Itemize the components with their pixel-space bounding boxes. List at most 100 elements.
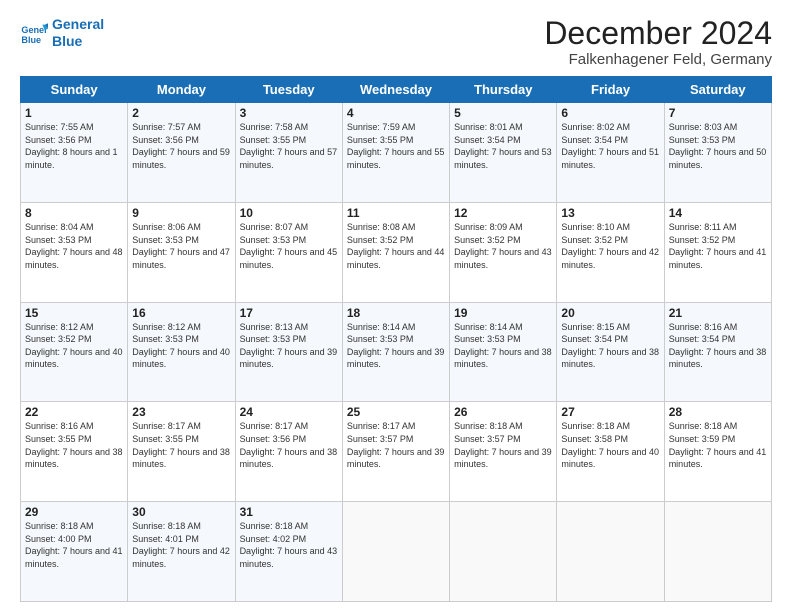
day-number: 19	[454, 306, 552, 320]
logo-line1: General	[52, 16, 104, 32]
day-info: Sunrise: 8:09 AMSunset: 3:52 PMDaylight:…	[454, 222, 552, 270]
calendar-week-row: 22 Sunrise: 8:16 AMSunset: 3:55 PMDaylig…	[21, 402, 772, 502]
day-number: 20	[561, 306, 659, 320]
header: General Blue General Blue December 2024 …	[20, 16, 772, 68]
calendar-day-cell: 2 Sunrise: 7:57 AMSunset: 3:56 PMDayligh…	[128, 103, 235, 203]
calendar-week-row: 29 Sunrise: 8:18 AMSunset: 4:00 PMDaylig…	[21, 502, 772, 602]
day-info: Sunrise: 8:04 AMSunset: 3:53 PMDaylight:…	[25, 222, 123, 270]
day-number: 23	[132, 405, 230, 419]
calendar-day-cell: 23 Sunrise: 8:17 AMSunset: 3:55 PMDaylig…	[128, 402, 235, 502]
day-number: 12	[454, 206, 552, 220]
day-info: Sunrise: 8:14 AMSunset: 3:53 PMDaylight:…	[454, 322, 552, 370]
calendar-day-header: Thursday	[450, 77, 557, 103]
day-info: Sunrise: 8:12 AMSunset: 3:52 PMDaylight:…	[25, 322, 123, 370]
day-info: Sunrise: 8:12 AMSunset: 3:53 PMDaylight:…	[132, 322, 230, 370]
calendar-day-cell: 28 Sunrise: 8:18 AMSunset: 3:59 PMDaylig…	[664, 402, 771, 502]
calendar-day-cell: 9 Sunrise: 8:06 AMSunset: 3:53 PMDayligh…	[128, 202, 235, 302]
day-info: Sunrise: 8:03 AMSunset: 3:53 PMDaylight:…	[669, 122, 767, 170]
day-info: Sunrise: 8:18 AMSunset: 4:01 PMDaylight:…	[132, 521, 230, 569]
day-info: Sunrise: 8:17 AMSunset: 3:55 PMDaylight:…	[132, 421, 230, 469]
day-info: Sunrise: 8:16 AMSunset: 3:55 PMDaylight:…	[25, 421, 123, 469]
day-number: 9	[132, 206, 230, 220]
day-number: 5	[454, 106, 552, 120]
day-info: Sunrise: 8:14 AMSunset: 3:53 PMDaylight:…	[347, 322, 445, 370]
day-info: Sunrise: 8:17 AMSunset: 3:56 PMDaylight:…	[240, 421, 338, 469]
calendar-week-row: 8 Sunrise: 8:04 AMSunset: 3:53 PMDayligh…	[21, 202, 772, 302]
day-number: 21	[669, 306, 767, 320]
calendar-day-header: Tuesday	[235, 77, 342, 103]
day-number: 8	[25, 206, 123, 220]
day-info: Sunrise: 8:13 AMSunset: 3:53 PMDaylight:…	[240, 322, 338, 370]
day-number: 3	[240, 106, 338, 120]
calendar-day-cell: 27 Sunrise: 8:18 AMSunset: 3:58 PMDaylig…	[557, 402, 664, 502]
calendar-day-cell: 14 Sunrise: 8:11 AMSunset: 3:52 PMDaylig…	[664, 202, 771, 302]
day-info: Sunrise: 8:10 AMSunset: 3:52 PMDaylight:…	[561, 222, 659, 270]
calendar-day-cell: 31 Sunrise: 8:18 AMSunset: 4:02 PMDaylig…	[235, 502, 342, 602]
main-title: December 2024	[544, 16, 772, 51]
calendar-day-cell: 24 Sunrise: 8:17 AMSunset: 3:56 PMDaylig…	[235, 402, 342, 502]
day-number: 4	[347, 106, 445, 120]
calendar-day-cell: 29 Sunrise: 8:18 AMSunset: 4:00 PMDaylig…	[21, 502, 128, 602]
day-info: Sunrise: 8:18 AMSunset: 4:02 PMDaylight:…	[240, 521, 338, 569]
calendar-day-cell: 13 Sunrise: 8:10 AMSunset: 3:52 PMDaylig…	[557, 202, 664, 302]
calendar-day-cell: 10 Sunrise: 8:07 AMSunset: 3:53 PMDaylig…	[235, 202, 342, 302]
page: General Blue General Blue December 2024 …	[0, 0, 792, 612]
day-number: 26	[454, 405, 552, 419]
day-info: Sunrise: 7:57 AMSunset: 3:56 PMDaylight:…	[132, 122, 230, 170]
calendar-day-header: Sunday	[21, 77, 128, 103]
logo-icon: General Blue	[20, 19, 48, 47]
day-number: 6	[561, 106, 659, 120]
day-info: Sunrise: 7:58 AMSunset: 3:55 PMDaylight:…	[240, 122, 338, 170]
calendar-day-cell: 25 Sunrise: 8:17 AMSunset: 3:57 PMDaylig…	[342, 402, 449, 502]
logo-text: General Blue	[52, 16, 104, 50]
calendar-day-header: Saturday	[664, 77, 771, 103]
subtitle: Falkenhagener Feld, Germany	[544, 51, 772, 68]
day-number: 10	[240, 206, 338, 220]
day-number: 7	[669, 106, 767, 120]
day-info: Sunrise: 8:18 AMSunset: 3:57 PMDaylight:…	[454, 421, 552, 469]
calendar-week-row: 1 Sunrise: 7:55 AMSunset: 3:56 PMDayligh…	[21, 103, 772, 203]
day-info: Sunrise: 8:17 AMSunset: 3:57 PMDaylight:…	[347, 421, 445, 469]
day-number: 22	[25, 405, 123, 419]
day-number: 18	[347, 306, 445, 320]
day-info: Sunrise: 8:01 AMSunset: 3:54 PMDaylight:…	[454, 122, 552, 170]
logo-line2: Blue	[52, 33, 82, 49]
calendar-day-cell: 18 Sunrise: 8:14 AMSunset: 3:53 PMDaylig…	[342, 302, 449, 402]
calendar-day-cell	[557, 502, 664, 602]
day-number: 24	[240, 405, 338, 419]
calendar-day-cell: 3 Sunrise: 7:58 AMSunset: 3:55 PMDayligh…	[235, 103, 342, 203]
day-number: 2	[132, 106, 230, 120]
day-info: Sunrise: 8:11 AMSunset: 3:52 PMDaylight:…	[669, 222, 767, 270]
day-number: 16	[132, 306, 230, 320]
calendar-day-cell: 30 Sunrise: 8:18 AMSunset: 4:01 PMDaylig…	[128, 502, 235, 602]
day-number: 15	[25, 306, 123, 320]
day-number: 13	[561, 206, 659, 220]
day-info: Sunrise: 8:08 AMSunset: 3:52 PMDaylight:…	[347, 222, 445, 270]
day-number: 14	[669, 206, 767, 220]
day-info: Sunrise: 8:18 AMSunset: 3:58 PMDaylight:…	[561, 421, 659, 469]
day-number: 29	[25, 505, 123, 519]
calendar-day-cell: 15 Sunrise: 8:12 AMSunset: 3:52 PMDaylig…	[21, 302, 128, 402]
day-info: Sunrise: 7:55 AMSunset: 3:56 PMDaylight:…	[25, 122, 118, 170]
calendar-day-cell	[450, 502, 557, 602]
calendar-day-cell: 12 Sunrise: 8:09 AMSunset: 3:52 PMDaylig…	[450, 202, 557, 302]
day-number: 17	[240, 306, 338, 320]
day-number: 25	[347, 405, 445, 419]
day-info: Sunrise: 8:16 AMSunset: 3:54 PMDaylight:…	[669, 322, 767, 370]
calendar-day-cell: 17 Sunrise: 8:13 AMSunset: 3:53 PMDaylig…	[235, 302, 342, 402]
day-info: Sunrise: 8:07 AMSunset: 3:53 PMDaylight:…	[240, 222, 338, 270]
title-block: December 2024 Falkenhagener Feld, German…	[544, 16, 772, 68]
calendar-day-cell	[342, 502, 449, 602]
day-number: 28	[669, 405, 767, 419]
day-info: Sunrise: 8:02 AMSunset: 3:54 PMDaylight:…	[561, 122, 659, 170]
day-number: 31	[240, 505, 338, 519]
calendar-header-row: SundayMondayTuesdayWednesdayThursdayFrid…	[21, 77, 772, 103]
calendar-day-header: Wednesday	[342, 77, 449, 103]
calendar-day-header: Monday	[128, 77, 235, 103]
calendar-day-cell	[664, 502, 771, 602]
calendar-day-cell: 22 Sunrise: 8:16 AMSunset: 3:55 PMDaylig…	[21, 402, 128, 502]
calendar-day-cell: 19 Sunrise: 8:14 AMSunset: 3:53 PMDaylig…	[450, 302, 557, 402]
calendar-day-cell: 5 Sunrise: 8:01 AMSunset: 3:54 PMDayligh…	[450, 103, 557, 203]
calendar-table: SundayMondayTuesdayWednesdayThursdayFrid…	[20, 76, 772, 602]
svg-text:Blue: Blue	[21, 35, 41, 45]
